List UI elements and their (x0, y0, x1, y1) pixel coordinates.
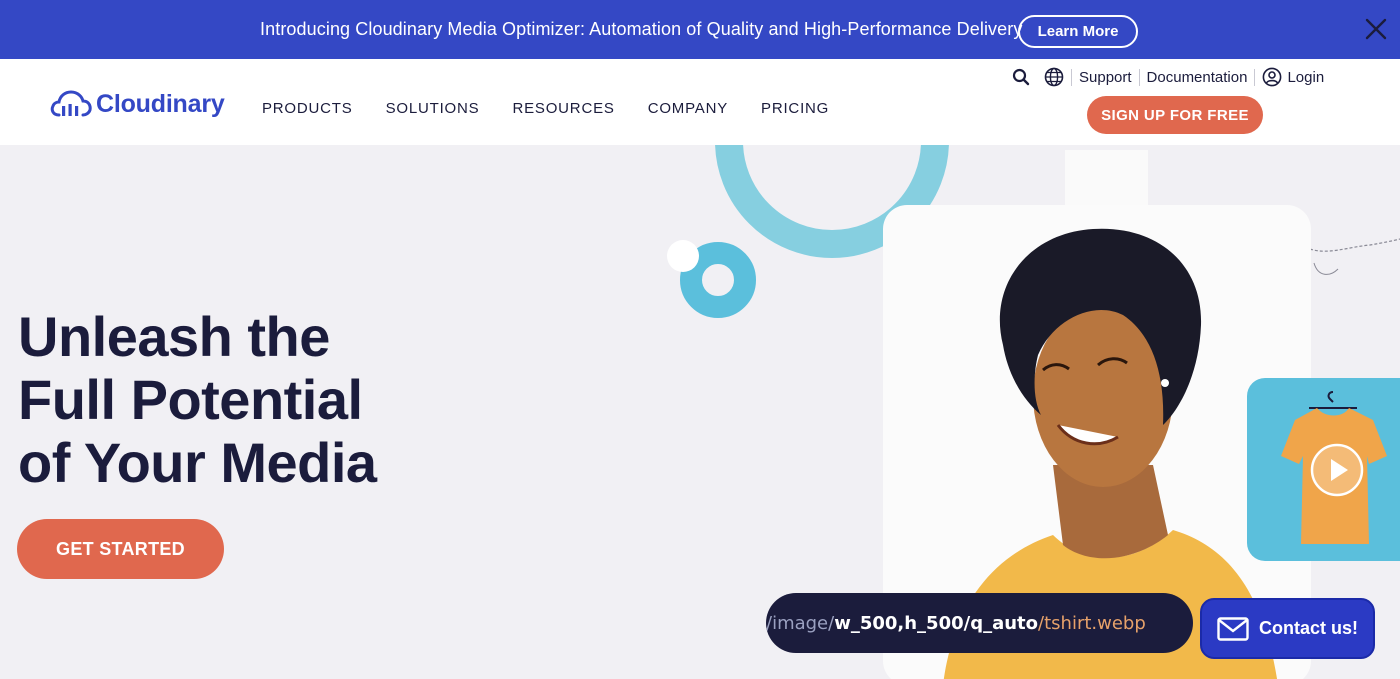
learn-more-button[interactable]: Learn More (1018, 15, 1138, 48)
url-file: /tshirt.webp (1038, 612, 1146, 634)
transformation-url-example: /image/ w_500,h_500/q_auto /tshirt.webp (766, 593, 1193, 653)
utility-nav: Support Documentation Login (1012, 67, 1324, 87)
hero-title-line: Unleash the (18, 305, 330, 368)
cloud-logo-icon (50, 90, 92, 117)
nav-item-solutions[interactable]: SOLUTIONS (386, 100, 480, 117)
main-nav: PRODUCTS SOLUTIONS RESOURCES COMPANY PRI… (262, 100, 829, 117)
tshirt-video-card[interactable] (1247, 378, 1400, 561)
hero-title-line: Full Potential (18, 368, 363, 431)
url-path: /image/ (766, 612, 835, 634)
logo-text: Cloudinary (96, 89, 225, 118)
search-icon[interactable] (1012, 68, 1030, 86)
login-link[interactable]: Login (1262, 67, 1324, 87)
cloudinary-logo[interactable]: Cloudinary (50, 88, 225, 120)
nav-item-products[interactable]: PRODUCTS (262, 100, 353, 117)
announcement-bar: Introducing Cloudinary Media Optimizer: … (0, 0, 1400, 59)
site-header: Cloudinary PRODUCTS SOLUTIONS RESOURCES … (0, 59, 1400, 145)
play-icon[interactable] (1309, 442, 1365, 498)
close-icon[interactable] (1364, 17, 1388, 41)
user-icon (1263, 67, 1282, 87)
envelope-icon (1217, 616, 1249, 641)
utility-divider (1138, 68, 1140, 86)
hero-title: Unleash the Full Potential of Your Media (18, 305, 418, 494)
url-params: w_500,h_500/q_auto (834, 612, 1039, 634)
hero-section: Unleash the Full Potential of Your Media… (0, 145, 1400, 679)
hero-title-line: of Your Media (18, 431, 377, 494)
documentation-link[interactable]: Documentation (1147, 69, 1248, 86)
utility-divider (1071, 68, 1072, 86)
login-label: Login (1287, 68, 1325, 86)
nav-item-pricing[interactable]: PRICING (761, 100, 829, 117)
contact-us-button[interactable]: Contact us! (1200, 598, 1375, 659)
utility-divider (1254, 68, 1256, 86)
contact-label: Contact us! (1259, 618, 1358, 638)
globe-icon[interactable] (1044, 67, 1064, 87)
nav-item-resources[interactable]: RESOURCES (512, 100, 614, 117)
decorative-scribble (1309, 238, 1400, 275)
get-started-button[interactable]: GET STARTED (17, 519, 224, 579)
decorative-ring-small (667, 240, 756, 318)
sign-up-button[interactable]: SIGN UP FOR FREE (1087, 96, 1263, 134)
support-link[interactable]: Support (1079, 69, 1132, 86)
announcement-text: Introducing Cloudinary Media Optimizer: … (260, 19, 1023, 39)
nav-item-company[interactable]: COMPANY (648, 100, 728, 117)
